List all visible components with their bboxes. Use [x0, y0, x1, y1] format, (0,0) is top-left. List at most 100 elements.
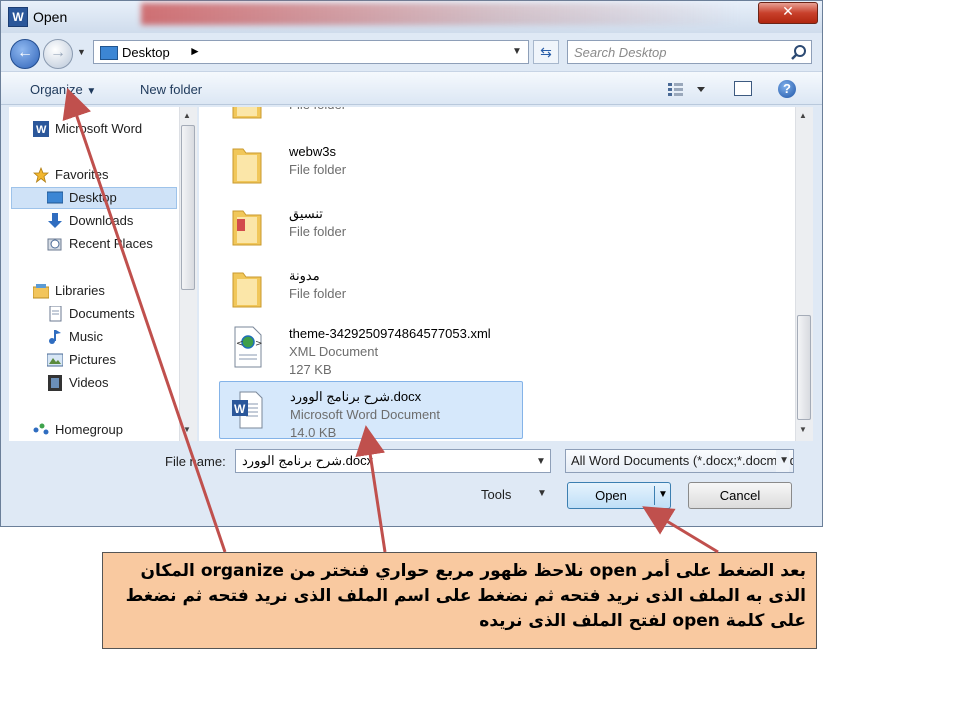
- tools-button[interactable]: Tools: [481, 487, 511, 502]
- file-name: webw3s: [289, 144, 336, 159]
- open-label: Open: [595, 488, 627, 503]
- preview-pane-icon[interactable]: [734, 81, 752, 96]
- title-bar[interactable]: W Open ✕: [1, 1, 822, 33]
- split-divider: [654, 486, 655, 505]
- sidebar-item-label: Homegroup: [55, 422, 123, 437]
- sidebar-item-label: Videos: [69, 375, 109, 390]
- file-name-combo[interactable]: ▼: [235, 449, 551, 473]
- scroll-down-icon[interactable]: ▼: [183, 425, 191, 434]
- scrollbar-thumb[interactable]: [797, 315, 811, 420]
- chevron-down-icon[interactable]: ▼: [658, 489, 668, 500]
- file-type-filter-value: All Word Documents (*.docx;*.docm;*.dotx…: [571, 453, 793, 468]
- svg-text:W: W: [234, 402, 246, 416]
- close-button[interactable]: ✕: [758, 2, 818, 24]
- file-type-filter[interactable]: All Word Documents (*.docx;*.docm;*.dotx…: [565, 449, 794, 473]
- list-item[interactable]: < > theme-3429250974864577053.xml XML Doc…: [219, 319, 523, 377]
- svg-text:W: W: [36, 124, 47, 136]
- sidebar-item-label: Libraries: [55, 283, 105, 298]
- search-input[interactable]: [568, 41, 795, 63]
- command-bar: Organize ▼ New folder ?: [1, 71, 822, 105]
- file-type: Microsoft Word Document: [290, 407, 441, 422]
- recent-locations-dropdown[interactable]: ▼: [77, 47, 86, 57]
- chevron-down-icon[interactable]: ▼: [776, 450, 789, 472]
- svg-text:<: <: [236, 339, 244, 349]
- chevron-down-icon[interactable]: ▼: [537, 488, 547, 499]
- star-icon: [33, 167, 49, 183]
- sidebar-item-label: Microsoft Word: [55, 121, 143, 136]
- list-item[interactable]: مدونة File folder: [219, 261, 523, 319]
- sidebar-item-label: Desktop: [69, 190, 117, 205]
- word-icon: W: [33, 121, 49, 137]
- back-button[interactable]: ←: [10, 39, 40, 69]
- chevron-down-icon[interactable]: ▼: [536, 456, 546, 467]
- list-item[interactable]: webw3s File folder: [219, 137, 523, 195]
- homegroup-icon: [33, 423, 49, 435]
- xml-document-icon: < >: [234, 326, 263, 368]
- file-list: File folder webw3s File folder تنسيق Fil…: [199, 107, 795, 441]
- file-type: File folder: [289, 107, 346, 112]
- download-icon: [48, 213, 62, 228]
- file-type: File folder: [289, 224, 347, 239]
- sidebar-item-label: Pictures: [69, 352, 116, 367]
- organize-label: Organize: [30, 82, 83, 97]
- folder-icon: [232, 210, 262, 246]
- file-name-input[interactable]: [236, 450, 538, 472]
- organize-button[interactable]: Organize ▼: [30, 82, 96, 97]
- help-icon[interactable]: ?: [778, 80, 796, 98]
- file-size: 127 KB: [289, 362, 332, 377]
- dialog-footer: File name: ▼ All Word Documents (*.docx;…: [1, 443, 822, 526]
- word-icon: W: [8, 7, 28, 27]
- file-name: مدونة: [289, 268, 320, 283]
- documents-icon: [49, 306, 62, 322]
- chevron-down-icon: ▼: [86, 86, 97, 97]
- list-item[interactable]: تنسيق File folder: [219, 199, 523, 257]
- forward-button[interactable]: →: [43, 39, 73, 69]
- file-name: theme-3429250974864577053.xml: [289, 326, 491, 341]
- back-arrow-icon: ←: [17, 44, 33, 61]
- list-item[interactable]: File folder: [219, 107, 523, 130]
- open-dialog: W Open ✕ ← → ▼ Desktop ► ▼ ⇆ Organize ▼ …: [0, 0, 823, 527]
- file-size: 14.0 KB: [290, 425, 337, 440]
- videos-icon: [48, 375, 62, 391]
- address-text[interactable]: Desktop: [122, 45, 170, 60]
- file-name: تنسيق: [289, 206, 323, 221]
- scroll-up-icon[interactable]: ▲: [183, 111, 191, 120]
- file-type: File folder: [289, 162, 347, 177]
- forward-arrow-icon: →: [50, 44, 66, 61]
- change-view-button[interactable]: [667, 81, 707, 97]
- chevron-right-icon[interactable]: ►: [189, 44, 201, 58]
- folder-icon: [232, 148, 262, 184]
- cancel-button[interactable]: Cancel: [688, 482, 792, 509]
- address-bar[interactable]: Desktop ► ▼: [93, 40, 529, 64]
- navigation-bar: ← → ▼ Desktop ► ▼ ⇆: [1, 35, 822, 69]
- pictures-icon: [47, 353, 63, 367]
- chevron-down-icon[interactable]: ▼: [512, 46, 522, 57]
- instruction-callout: بعد الضغط على أمر open نلاحظ ظهور مربع ح…: [102, 552, 817, 649]
- navigation-scrollbar[interactable]: ▲ ▼: [179, 107, 197, 441]
- music-icon: [49, 330, 61, 344]
- file-type: File folder: [289, 286, 347, 301]
- file-list-scrollbar[interactable]: ▲ ▼: [795, 107, 813, 441]
- open-button[interactable]: Open ▼: [567, 482, 671, 509]
- svg-text:>: >: [255, 339, 263, 349]
- recent-places-icon: [47, 238, 62, 251]
- scroll-down-icon[interactable]: ▼: [799, 425, 807, 434]
- sidebar-item-label: Music: [69, 329, 103, 344]
- search-icon[interactable]: [790, 44, 808, 62]
- sidebar-item-label: Downloads: [69, 213, 134, 228]
- desktop-icon: [100, 46, 118, 60]
- word-document-icon: W: [232, 391, 263, 429]
- search-box[interactable]: [567, 40, 812, 64]
- refresh-button[interactable]: ⇆: [533, 40, 559, 64]
- sidebar-item-label: Favorites: [55, 167, 109, 182]
- scroll-up-icon[interactable]: ▲: [799, 111, 807, 120]
- file-type: XML Document: [289, 344, 379, 359]
- new-folder-button[interactable]: New folder: [140, 82, 202, 97]
- folder-icon: [232, 272, 262, 308]
- blurred-region: [141, 3, 741, 25]
- scrollbar-thumb[interactable]: [181, 125, 195, 290]
- desktop-icon: [47, 191, 63, 204]
- file-name: شرح برنامج الوورد.docx: [290, 389, 422, 404]
- list-item-selected[interactable]: W شرح برنامج الوورد.docx Microsoft Word …: [219, 381, 523, 440]
- sidebar-item-label: Recent Places: [69, 236, 153, 251]
